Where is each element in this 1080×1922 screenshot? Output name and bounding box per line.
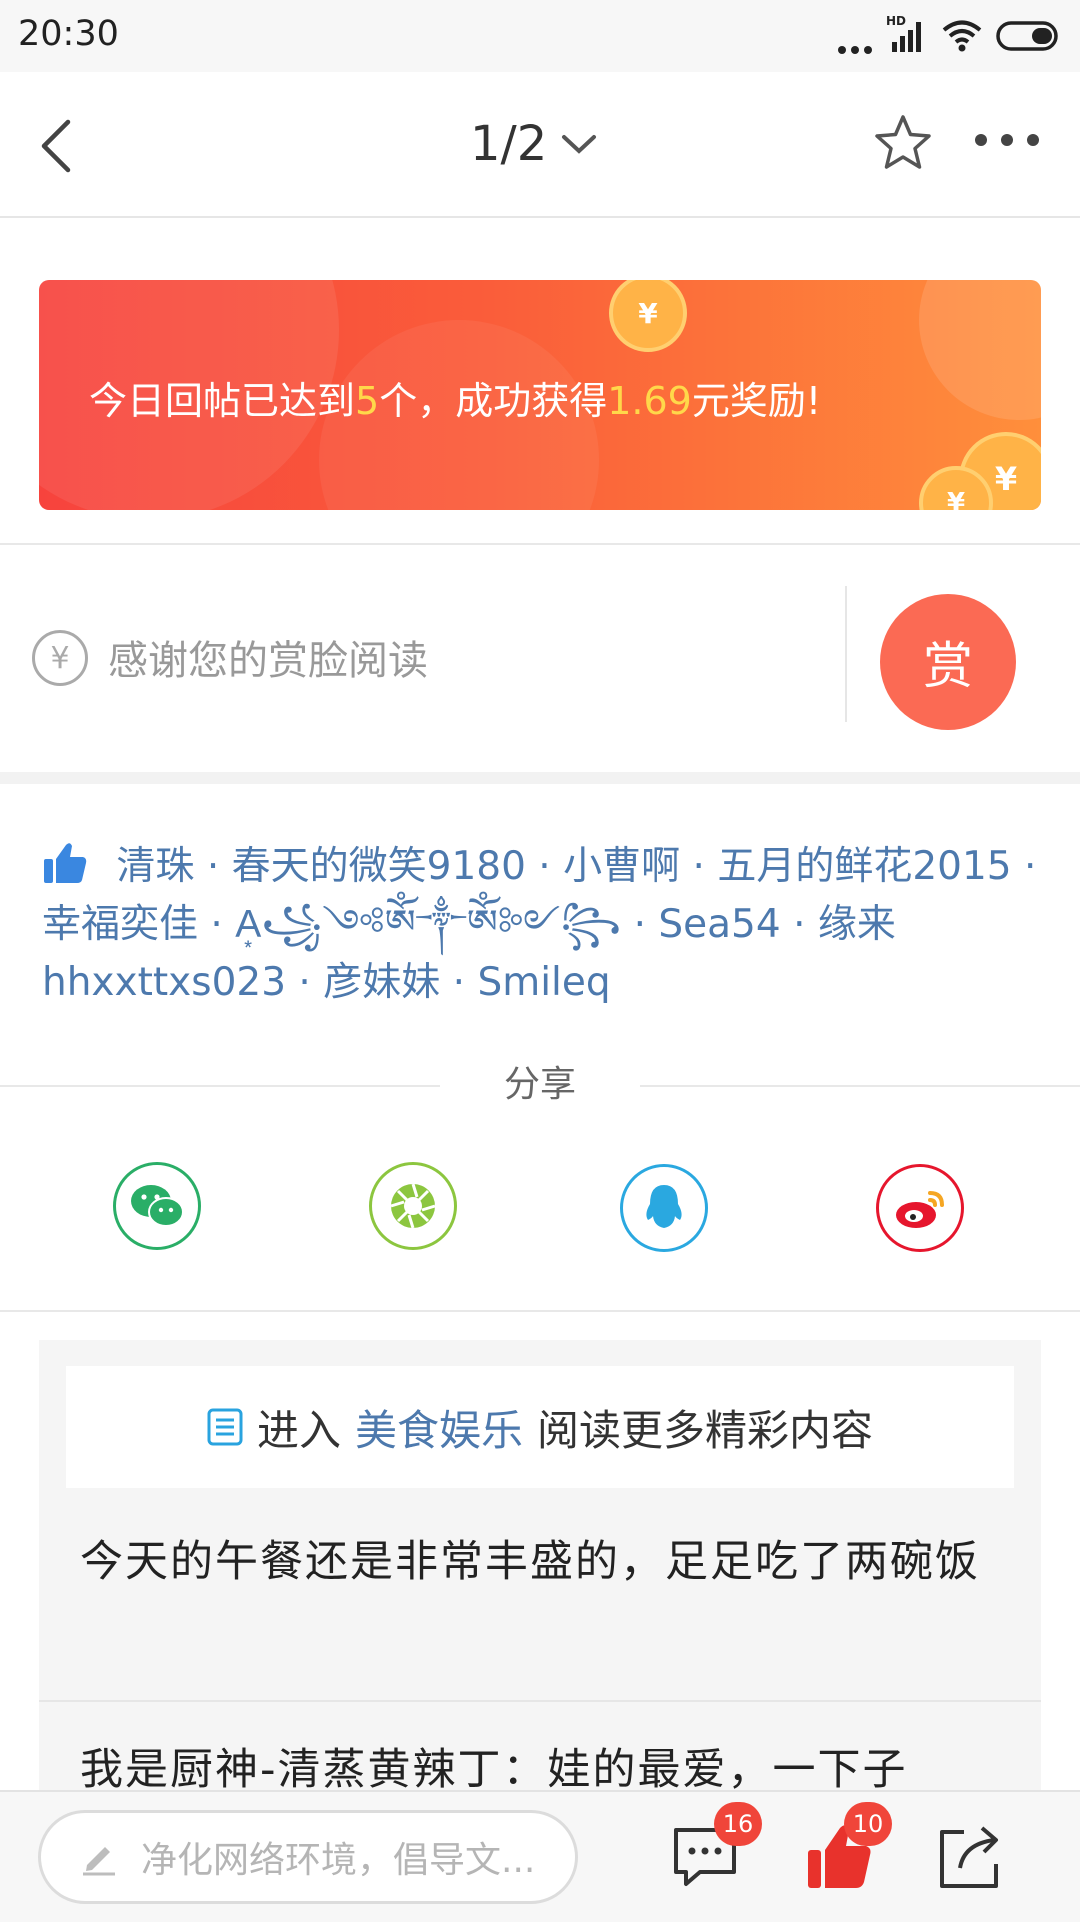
wifi-icon bbox=[942, 20, 982, 52]
page-selector[interactable]: 1/2 bbox=[470, 116, 597, 172]
liker-separator: · bbox=[1011, 844, 1037, 889]
liker-separator: · bbox=[680, 844, 718, 889]
list-document-icon bbox=[207, 1408, 243, 1446]
like-count-badge: 10 bbox=[844, 1802, 892, 1846]
battery-icon bbox=[996, 21, 1058, 51]
top-nav-bar: 1/2 bbox=[0, 72, 1080, 218]
liker-name[interactable]: 彦妹妹 bbox=[323, 960, 440, 1005]
share-wechat-button[interactable] bbox=[113, 1162, 201, 1250]
banner-message: 今日回帖已达到5个，成功获得1.69元奖励! bbox=[89, 379, 822, 423]
liker-name[interactable]: 五月的鲜花2015 bbox=[717, 844, 1011, 889]
reward-hint: 感谢您的赏脸阅读 bbox=[108, 638, 428, 684]
page-indicator-text: 1/2 bbox=[470, 116, 548, 172]
divider bbox=[0, 543, 1080, 545]
divider bbox=[0, 1310, 1080, 1312]
liker-separator: · bbox=[525, 844, 564, 889]
bottom-action-bar: 净化网络环境，倡导文... 16 10 bbox=[0, 1790, 1080, 1922]
share-qq-button[interactable] bbox=[620, 1164, 708, 1252]
liker-name[interactable]: Smileq bbox=[477, 960, 610, 1005]
share-title: 分享 bbox=[503, 1064, 576, 1105]
related-post-item[interactable]: 今天的午餐还是非常丰盛的，足足吃了两碗饭 bbox=[80, 1528, 1000, 1596]
hd-signal-icon: HD bbox=[886, 14, 928, 54]
weibo-icon bbox=[896, 1191, 944, 1228]
status-time: 20:30 bbox=[18, 14, 119, 54]
enter-suffix: 阅读更多精彩内容 bbox=[537, 1405, 874, 1455]
reward-button[interactable]: 赏 bbox=[880, 594, 1016, 730]
liker-name[interactable]: 春天的微笑9180 bbox=[232, 844, 526, 889]
back-button[interactable] bbox=[30, 116, 90, 176]
share-weibo-button[interactable] bbox=[876, 1164, 964, 1252]
like-button[interactable]: 10 bbox=[804, 1802, 892, 1896]
moments-icon bbox=[390, 1183, 436, 1229]
liker-name[interactable]: 清珠 bbox=[116, 844, 194, 889]
liker-name[interactable]: 幸福奕佳 bbox=[42, 902, 198, 947]
liker-separator: · bbox=[440, 960, 478, 1005]
liker-separator: · bbox=[780, 902, 818, 947]
liker-separator: · bbox=[286, 960, 324, 1005]
liker-separator: · bbox=[198, 902, 236, 947]
liker-separator: · bbox=[194, 844, 232, 889]
comment-placeholder: 净化网络环境，倡导文... bbox=[141, 1840, 536, 1881]
liker-name[interactable]: 小曹啊 bbox=[563, 844, 680, 889]
favorite-star-button[interactable] bbox=[872, 112, 934, 174]
yen-icon: ¥ bbox=[32, 630, 88, 686]
reply-count: 5 bbox=[355, 379, 380, 423]
share-export-button[interactable] bbox=[934, 1822, 1004, 1892]
coin-icon: ¥ bbox=[609, 280, 687, 352]
board-name: 美食娱乐 bbox=[354, 1405, 523, 1455]
pencil-icon bbox=[83, 1847, 115, 1876]
likers-list: 清珠 · 春天的微笑9180 · 小曹啊 · 五月的鲜花2015 · 幸福奕佳 … bbox=[42, 838, 1042, 1012]
enter-board-link[interactable]: 进入 美食娱乐 阅读更多精彩内容 bbox=[66, 1366, 1014, 1488]
thumbs-up-icon bbox=[44, 843, 87, 883]
comments-button[interactable]: 16 bbox=[670, 1802, 762, 1896]
comment-input[interactable]: 净化网络环境，倡导文... bbox=[38, 1810, 578, 1904]
section-gap bbox=[0, 772, 1080, 784]
chevron-down-icon bbox=[562, 135, 597, 154]
more-options-button[interactable] bbox=[975, 134, 1039, 146]
status-bar: 20:30 HD bbox=[0, 0, 1080, 72]
liker-name[interactable]: Sea54 bbox=[658, 902, 780, 947]
liker-name[interactable]: A͙꧁༺ༀ༒ༀ༻꧂ bbox=[235, 902, 621, 947]
qq-penguin-icon bbox=[646, 1185, 682, 1228]
wechat-icon bbox=[131, 1185, 184, 1227]
signal-dots-icon bbox=[838, 18, 872, 54]
comment-count-badge: 16 bbox=[714, 1802, 762, 1846]
reward-banner: ¥ ¥ ¥ 今日回帖已达到5个，成功获得1.69元奖励! bbox=[39, 280, 1041, 510]
divider bbox=[845, 586, 847, 722]
enter-prefix: 进入 bbox=[256, 1405, 341, 1455]
share-moments-button[interactable] bbox=[369, 1162, 457, 1250]
status-icons: HD bbox=[838, 14, 1062, 54]
divider bbox=[39, 1700, 1041, 1702]
liker-separator: · bbox=[621, 902, 659, 947]
reward-amount: 1.69 bbox=[607, 379, 692, 423]
